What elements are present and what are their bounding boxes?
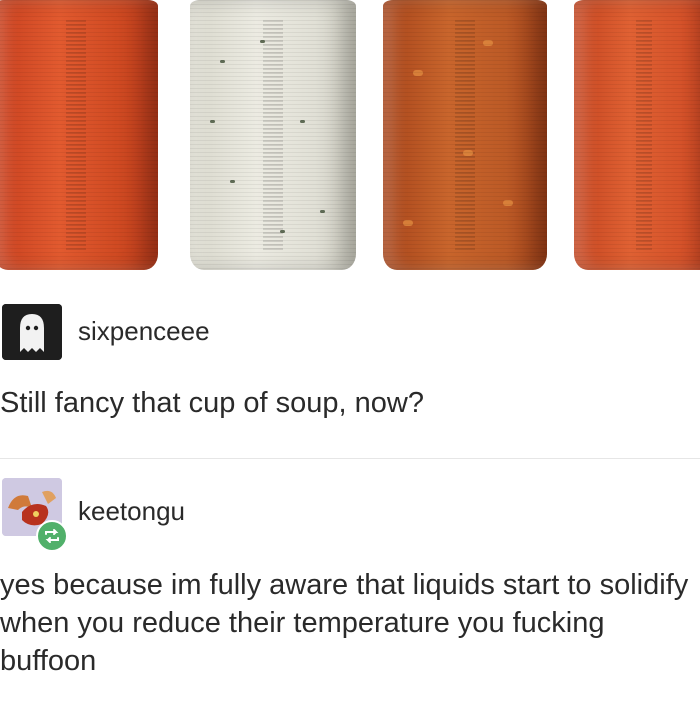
post-text: Still fancy that cup of soup, now?	[0, 387, 424, 419]
divider	[0, 458, 700, 459]
reblog-icon	[36, 520, 68, 552]
tomato-soup-can	[0, 0, 158, 270]
post-text: yes because im fully aware that liquids …	[0, 569, 689, 677]
cream-soup-can	[190, 0, 356, 270]
soup-cans-photo	[0, 0, 700, 290]
post-sixpenceee: sixpenceee Still fancy that cup of soup,…	[0, 300, 700, 450]
username[interactable]: keetongu	[78, 496, 185, 527]
ghost-icon	[2, 304, 62, 360]
chunky-soup-can	[383, 0, 547, 270]
username[interactable]: sixpenceee	[78, 316, 210, 347]
avatar[interactable]	[2, 304, 62, 360]
post-keetongu: keetongu yes because im fully aware that…	[0, 470, 700, 701]
tomato-soup-can-2	[574, 0, 700, 270]
